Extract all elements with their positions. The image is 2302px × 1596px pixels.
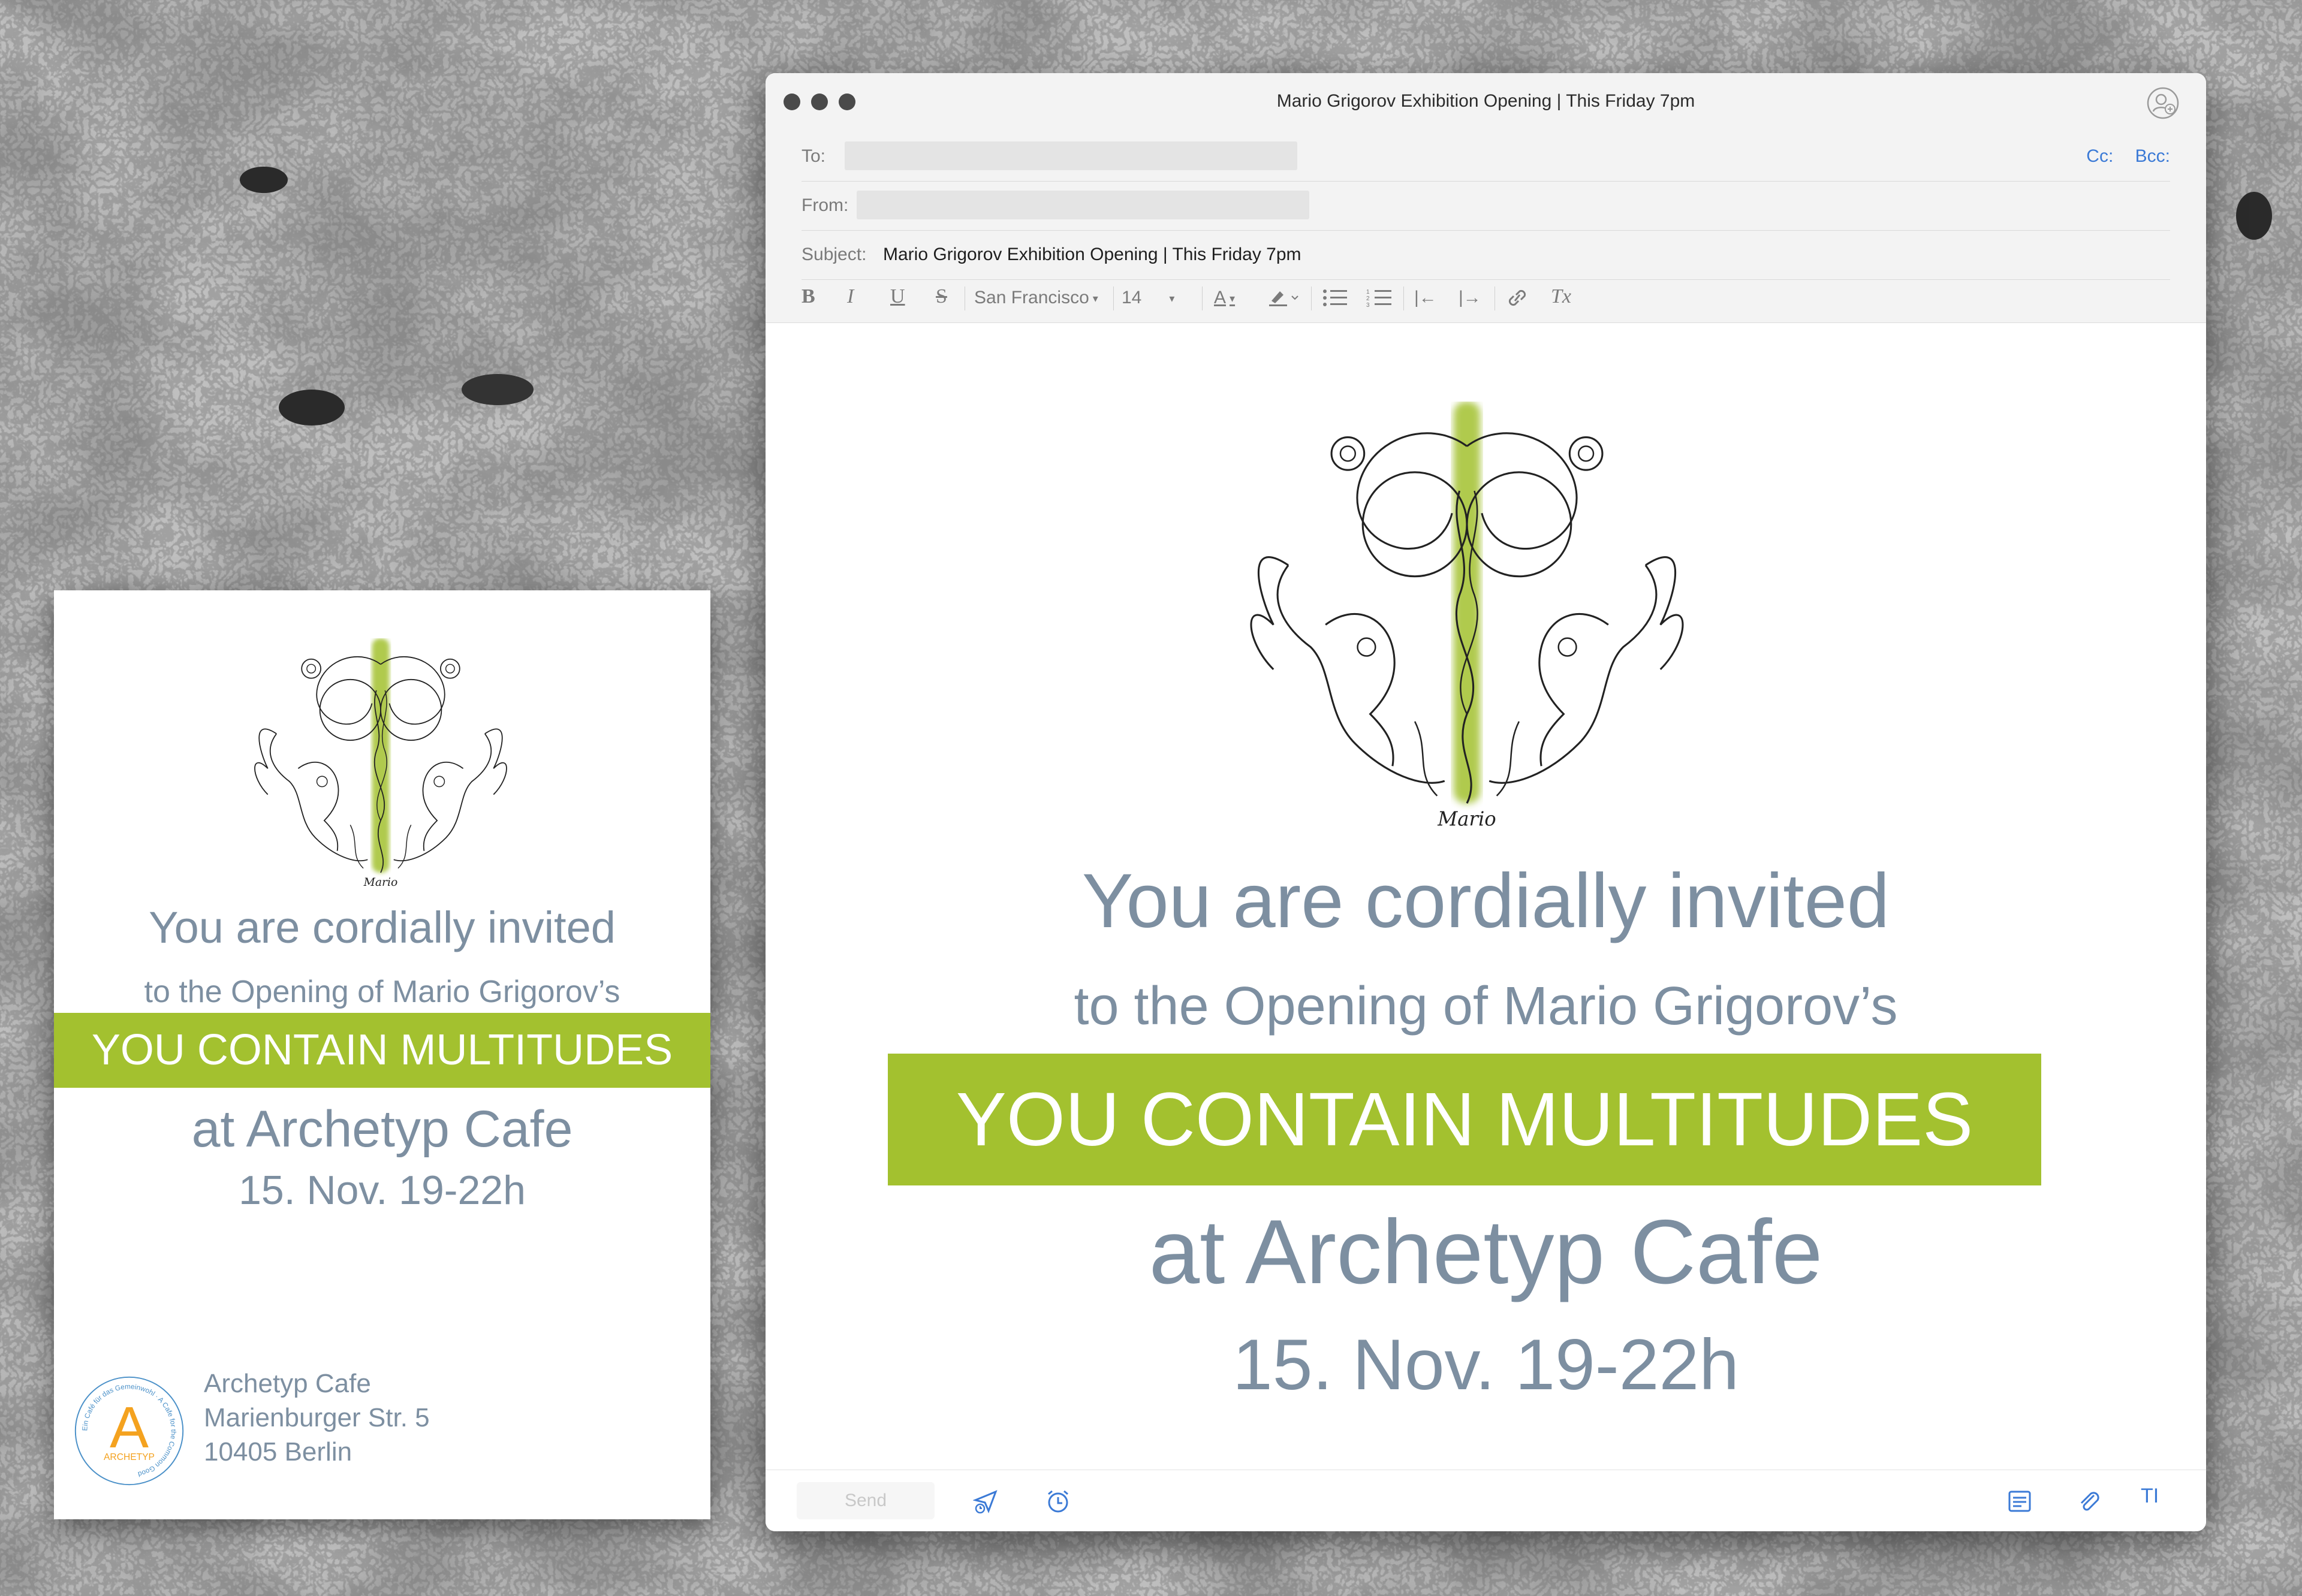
flyer-artwork: Mario (254, 638, 507, 889)
message-artwork: Mario (1250, 402, 1684, 831)
cc-button[interactable]: Cc: (2086, 146, 2113, 166)
font-family-value: San Francisco (974, 288, 1089, 307)
cc-bcc-controls: Cc: Bcc: (2069, 146, 2170, 167)
address-line: Archetyp Cafe (204, 1369, 371, 1398)
strikethrough-button[interactable]: S (936, 285, 947, 308)
chevron-down-icon: ▾ (1092, 292, 1098, 304)
logo-wordmark: ARCHETYP (104, 1452, 155, 1462)
invitation-line: You are cordially invited (1081, 858, 1890, 944)
clear-format-button[interactable]: Tx (1551, 285, 1571, 308)
green-brush-stroke (372, 638, 390, 873)
text-options-button[interactable]: TI (2141, 1485, 2167, 1511)
title-bar: Mario Grigorov Exhibition Opening | This… (766, 73, 2206, 132)
insert-link-button[interactable] (1505, 288, 1529, 313)
decrease-indent-button[interactable]: |← (1414, 288, 1437, 308)
bcc-button[interactable]: Bcc: (2135, 146, 2170, 166)
from-label: From: (802, 195, 849, 215)
invitation-line: You are cordially invited (149, 903, 616, 952)
message-body[interactable]: Mario You are cordially invited to the O… (766, 324, 2206, 1468)
send-button[interactable]: Send (797, 1482, 935, 1519)
logo-letter: A (110, 1395, 149, 1460)
chevron-down-icon: ▾ (1230, 292, 1236, 304)
underline-button[interactable]: U (890, 285, 905, 308)
toolbar-divider (1113, 286, 1114, 310)
font-family-select[interactable]: San Francisco ▾ (974, 288, 1098, 308)
text-color-button[interactable]: A ▾ (1214, 288, 1235, 308)
artist-signature: Mario (1437, 808, 1496, 831)
date-line: 15. Nov. 19-22h (1233, 1325, 1739, 1405)
opening-line: to the Opening of Mario Grigorov’s (1074, 976, 1898, 1036)
subject-label: Subject: (802, 245, 867, 264)
chevron-down-icon: ▾ (1169, 292, 1175, 304)
artist-signature: Mario (363, 876, 398, 889)
message-headers: To: Cc: Bcc: From: Subject: Mario Grigor… (766, 132, 2206, 323)
font-size-select[interactable]: 14 ▾ (1122, 288, 1174, 308)
toolbar-divider (1311, 286, 1312, 310)
opening-line: to the Opening of Mario Grigorov’s (144, 975, 620, 1009)
printed-flyer: Mario You are cordially invited to the O… (54, 590, 710, 1519)
bottom-toolbar: Send TI (766, 1470, 2206, 1531)
from-field[interactable] (857, 191, 1309, 219)
numbered-list-button[interactable]: 1 2 3 (1366, 288, 1393, 313)
add-contact-icon[interactable] (2146, 86, 2180, 120)
highlight-button[interactable] (1267, 286, 1300, 313)
exhibition-title-banner: YOU CONTAIN MULTITUDES (54, 1013, 710, 1088)
text-color-icon: A (1214, 288, 1227, 307)
mail-compose-window: Mario Grigorov Exhibition Opening | This… (766, 73, 2206, 1531)
archetyp-logo: Ein Café für das Gemeinwohl · A Cafe for… (74, 1376, 184, 1486)
window-title: Mario Grigorov Exhibition Opening | This… (1276, 91, 1695, 111)
toolbar-divider (1202, 286, 1203, 310)
address-line: Marienburger Str. 5 (204, 1403, 430, 1432)
alarm-clock-icon[interactable] (1045, 1488, 1071, 1514)
subject-field[interactable]: Mario Grigorov Exhibition Opening | This… (883, 245, 1301, 265)
exhibition-title-banner: YOU CONTAIN MULTITUDES (888, 1054, 2041, 1185)
italic-button[interactable]: I (847, 285, 854, 308)
highlighter-icon (1269, 291, 1298, 306)
increase-indent-button[interactable]: |→ (1459, 288, 1481, 308)
bulleted-list-icon (1323, 289, 1347, 306)
svg-text:2: 2 (1366, 295, 1370, 302)
venue-address: Archetyp Cafe Marienburger Str. 5 10405 … (204, 1366, 430, 1469)
from-row: From: (802, 181, 2170, 231)
to-label: To: (802, 146, 826, 166)
svg-text:3: 3 (1366, 302, 1370, 308)
font-size-value: 14 (1122, 288, 1142, 307)
svg-text:1: 1 (1366, 289, 1370, 295)
date-line: 15. Nov. 19-22h (239, 1167, 526, 1213)
bold-button[interactable]: B (802, 285, 815, 308)
address-line: 10405 Berlin (204, 1437, 352, 1467)
link-icon (1508, 289, 1526, 306)
numbered-list-icon: 1 2 3 (1366, 289, 1391, 309)
to-field[interactable] (845, 141, 1297, 170)
bulleted-list-button[interactable] (1322, 288, 1348, 313)
toolbar-divider (1403, 286, 1404, 310)
to-row: To: Cc: Bcc: (802, 132, 2170, 182)
subject-row: Subject: Mario Grigorov Exhibition Openi… (802, 230, 2170, 280)
venue-line: at Archetyp Cafe (191, 1100, 573, 1158)
attachment-icon[interactable] (2076, 1488, 2102, 1514)
venue-line: at Archetyp Cafe (1149, 1201, 1823, 1303)
send-later-icon[interactable] (973, 1488, 999, 1514)
template-icon[interactable] (2006, 1488, 2033, 1514)
format-toolbar: B I U S San Francisco ▾ 14 ▾ A ▾ 1 2 3 |… (802, 274, 2170, 320)
